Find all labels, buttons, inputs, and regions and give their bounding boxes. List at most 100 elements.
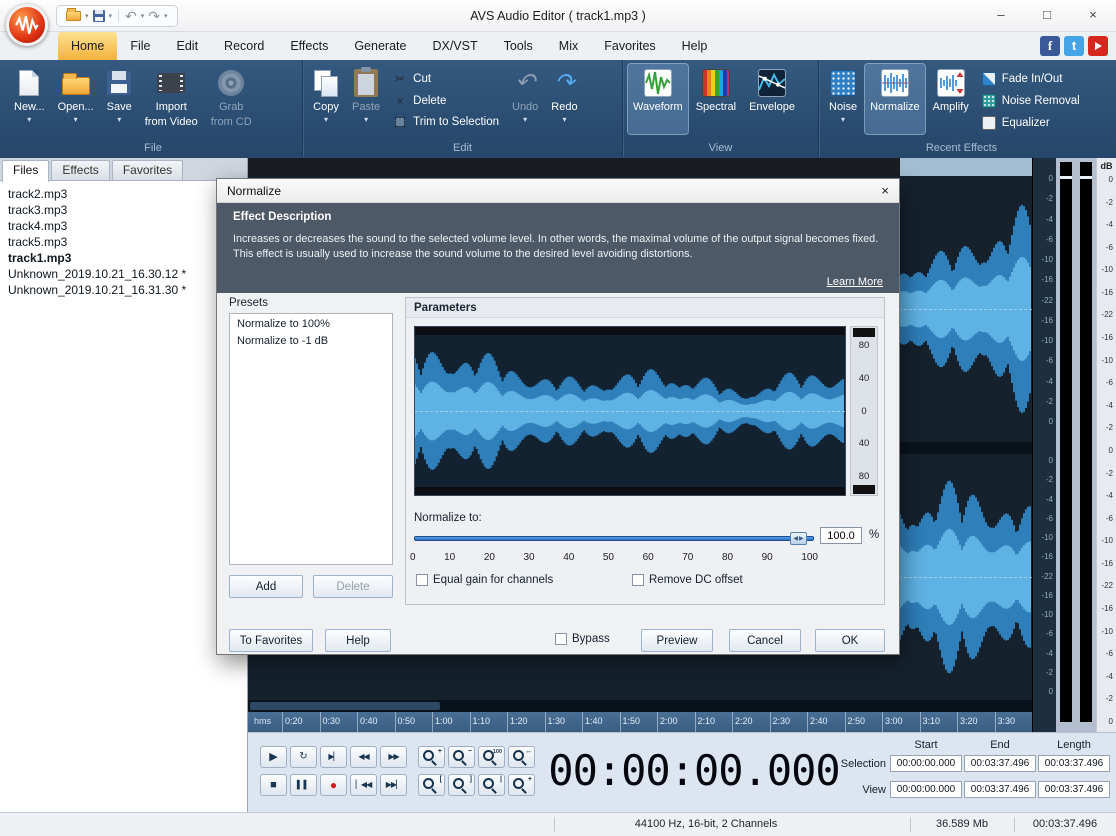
normalize-value-field[interactable]: 100.0 bbox=[820, 527, 862, 544]
normalize-button[interactable]: Normalize bbox=[865, 64, 925, 134]
chevron-down-icon[interactable]: ▾ bbox=[109, 12, 113, 20]
vertical-zoom-full-button[interactable]: | bbox=[478, 774, 505, 796]
save-file-icon[interactable] bbox=[93, 10, 105, 22]
menu-tab-generate[interactable]: Generate bbox=[341, 32, 419, 60]
slider-track[interactable] bbox=[414, 536, 814, 541]
copy-button[interactable]: Copy ▾ bbox=[308, 64, 344, 134]
view-length-field[interactable]: 00:03:37.496 bbox=[1038, 781, 1110, 798]
cut-button[interactable]: ✂ Cut bbox=[388, 70, 504, 88]
file-item[interactable]: Unknown_2019.10.21_16.31.30 * bbox=[0, 282, 247, 298]
amplify-button[interactable]: Amplify bbox=[928, 64, 974, 134]
menu-tab-favorites[interactable]: Favorites bbox=[591, 32, 668, 60]
trim-to-selection-button[interactable]: Trim to Selection bbox=[388, 114, 504, 130]
vertical-zoom-out-button[interactable]: ] bbox=[448, 774, 475, 796]
file-item[interactable]: track1.mp3 bbox=[0, 250, 247, 266]
redo-button[interactable]: ↷ Redo ▾ bbox=[546, 64, 582, 134]
equal-gain-checkbox[interactable] bbox=[416, 574, 428, 586]
zoom-100-button[interactable]: 100 bbox=[478, 746, 505, 768]
help-button[interactable]: Help bbox=[325, 629, 391, 652]
panel-tab-files[interactable]: Files bbox=[2, 160, 49, 182]
close-button[interactable]: × bbox=[1070, 0, 1116, 32]
slider-handle[interactable] bbox=[790, 532, 807, 545]
grab-from-cd-button[interactable]: Grab from CD bbox=[206, 64, 257, 134]
redo-icon[interactable]: ↷ bbox=[148, 9, 160, 23]
noise-removal-button[interactable]: Noise Removal bbox=[977, 92, 1085, 110]
play-loop-button[interactable]: ↻ bbox=[290, 746, 317, 768]
cancel-button[interactable]: Cancel bbox=[729, 629, 801, 652]
spectral-view-button[interactable]: Spectral bbox=[691, 64, 741, 134]
rewind-button[interactable]: ◀◀ bbox=[350, 746, 377, 768]
youtube-icon[interactable] bbox=[1088, 36, 1108, 56]
equalizer-button[interactable]: Equalizer bbox=[977, 114, 1085, 132]
delete-button[interactable]: × Delete bbox=[388, 92, 504, 110]
play-to-end-button[interactable]: ▶▏ bbox=[320, 746, 347, 768]
scale-scroll-block[interactable] bbox=[853, 485, 875, 494]
editor-h-scrollbar[interactable] bbox=[248, 700, 1032, 712]
chevron-down-icon[interactable]: ▾ bbox=[141, 12, 145, 20]
panel-tab-favorites[interactable]: Favorites bbox=[112, 160, 183, 180]
chevron-down-icon[interactable]: ▾ bbox=[164, 12, 168, 20]
zoom-selection-button[interactable]: ↔ bbox=[508, 746, 535, 768]
preview-top-scrollbar[interactable] bbox=[415, 327, 845, 335]
menu-tab-edit[interactable]: Edit bbox=[164, 32, 212, 60]
menu-tab-file[interactable]: File bbox=[117, 32, 163, 60]
file-item[interactable]: track3.mp3 bbox=[0, 202, 247, 218]
learn-more-link[interactable]: Learn More bbox=[827, 276, 883, 288]
save-button[interactable]: Save ▾ bbox=[102, 64, 137, 134]
file-item[interactable]: track4.mp3 bbox=[0, 218, 247, 234]
waveform-view-button[interactable]: Waveform bbox=[628, 64, 688, 134]
bypass-checkbox[interactable] bbox=[555, 633, 567, 645]
presets-list[interactable]: Normalize to 100%Normalize to -1 dB bbox=[229, 313, 393, 565]
go-to-end-button[interactable]: ▶▶▏ bbox=[380, 774, 407, 796]
open-button[interactable]: Open... ▾ bbox=[53, 64, 99, 134]
menu-tab-home[interactable]: Home bbox=[58, 32, 117, 60]
dialog-titlebar[interactable]: Normalize × bbox=[217, 179, 899, 203]
to-favorites-button[interactable]: To Favorites bbox=[229, 629, 313, 652]
undo-button[interactable]: ↶ Undo ▾ bbox=[507, 64, 543, 134]
chevron-down-icon[interactable]: ▾ bbox=[85, 12, 89, 20]
menu-tab-effects[interactable]: Effects bbox=[277, 32, 341, 60]
vertical-zoom-in-button[interactable]: [ bbox=[418, 774, 445, 796]
menu-tab-dxvst[interactable]: DX/VST bbox=[419, 32, 490, 60]
noise-button[interactable]: Noise ▾ bbox=[824, 64, 862, 134]
selection-end-field[interactable]: 00:03:37.496 bbox=[964, 755, 1036, 772]
app-logo-icon[interactable] bbox=[6, 4, 48, 46]
go-to-start-button[interactable]: ▏◀◀ bbox=[350, 774, 377, 796]
ok-button[interactable]: OK bbox=[815, 629, 885, 652]
normalize-slider[interactable] bbox=[414, 532, 814, 545]
scale-scroll-block[interactable] bbox=[853, 328, 875, 337]
twitter-icon[interactable]: t bbox=[1064, 36, 1084, 56]
preview-button[interactable]: Preview bbox=[641, 629, 713, 652]
menu-tab-help[interactable]: Help bbox=[669, 32, 721, 60]
zoom-in-button[interactable]: + bbox=[418, 746, 445, 768]
new-button[interactable]: New... ▾ bbox=[9, 64, 50, 134]
delete-preset-button[interactable]: Delete bbox=[313, 575, 393, 598]
stop-button[interactable]: ■ bbox=[260, 774, 287, 796]
record-button[interactable]: ● bbox=[320, 774, 347, 796]
view-start-field[interactable]: 00:00:00.000 bbox=[890, 781, 962, 798]
selection-start-field[interactable]: 00:00:00.000 bbox=[890, 755, 962, 772]
panel-tab-effects[interactable]: Effects bbox=[51, 160, 109, 180]
undo-icon[interactable]: ↶ bbox=[125, 9, 137, 23]
facebook-icon[interactable]: f bbox=[1040, 36, 1060, 56]
file-item[interactable]: Unknown_2019.10.21_16.30.12 * bbox=[0, 266, 247, 282]
menu-tab-record[interactable]: Record bbox=[211, 32, 277, 60]
preset-item[interactable]: Normalize to 100% bbox=[230, 314, 392, 331]
remove-dc-checkbox[interactable] bbox=[632, 574, 644, 586]
scrollbar-handle[interactable] bbox=[250, 702, 440, 710]
minimize-button[interactable]: – bbox=[978, 0, 1024, 32]
fade-in-out-button[interactable]: Fade In/Out bbox=[977, 70, 1085, 88]
editor-top-scrollbar[interactable] bbox=[248, 158, 1032, 176]
preset-item[interactable]: Normalize to -1 dB bbox=[230, 331, 392, 348]
dialog-close-button[interactable]: × bbox=[881, 183, 889, 198]
preview-bottom-scrollbar[interactable] bbox=[415, 487, 845, 495]
fast-forward-button[interactable]: ▶▶ bbox=[380, 746, 407, 768]
menu-tab-tools[interactable]: Tools bbox=[491, 32, 546, 60]
file-item[interactable]: track2.mp3 bbox=[0, 186, 247, 202]
play-button[interactable]: ▶ bbox=[260, 746, 287, 768]
view-end-field[interactable]: 00:03:37.496 bbox=[964, 781, 1036, 798]
timeline-ruler[interactable]: hms 0:200:300:400:501:001:101:201:301:40… bbox=[248, 712, 1032, 732]
pause-button[interactable]: ▌▌ bbox=[290, 774, 317, 796]
paste-button[interactable]: Paste ▾ bbox=[347, 64, 385, 134]
maximize-button[interactable]: □ bbox=[1024, 0, 1070, 32]
